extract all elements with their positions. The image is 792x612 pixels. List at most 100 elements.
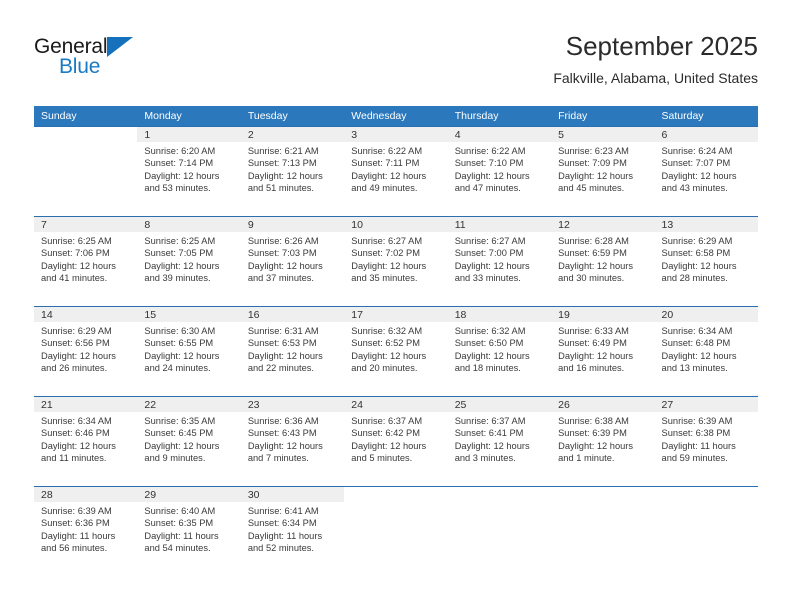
daylight-text-line2: and 39 minutes.	[144, 272, 211, 283]
day-cell-inner: 17 Sunrise: 6:32 AM Sunset: 6:52 PM Dayligh…	[344, 306, 448, 396]
calendar-day-cell[interactable]: 18 Sunrise: 6:32 AM Sunset: 6:50 PM Dayligh…	[447, 306, 552, 396]
calendar-day-cell[interactable]: 11 Sunrise: 6:27 AM Sunset: 7:00 PM Dayligh…	[447, 216, 552, 306]
day-cell-inner: 26 Sunrise: 6:38 AM Sunset: 6:39 PM Dayligh…	[551, 396, 655, 486]
day-cell-inner: 22 Sunrise: 6:35 AM Sunset: 6:45 PM Dayligh…	[137, 396, 241, 486]
day-number: 11	[447, 217, 552, 232]
calendar-day-cell[interactable]: 20 Sunrise: 6:34 AM Sunset: 6:48 PM Dayligh…	[654, 306, 758, 396]
daylight-text-line2: and 43 minutes.	[661, 182, 728, 193]
page-subtitle: Falkville, Alabama, United States	[553, 70, 758, 86]
calendar-day-cell[interactable]: 5 Sunrise: 6:23 AM Sunset: 7:09 PM Daylight…	[551, 126, 655, 216]
calendar-day-cell[interactable]: 26 Sunrise: 6:38 AM Sunset: 6:39 PM Dayligh…	[551, 396, 655, 486]
calendar-day-cell[interactable]: 3 Sunrise: 6:22 AM Sunset: 7:11 PM Daylight…	[344, 126, 448, 216]
sunrise-text: Sunrise: 6:22 AM	[351, 146, 423, 156]
calendar-day-cell[interactable]: 27 Sunrise: 6:39 AM Sunset: 6:38 PM Dayligh…	[654, 396, 758, 486]
calendar-day-cell[interactable]: 4 Sunrise: 6:22 AM Sunset: 7:10 PM Daylight…	[447, 126, 552, 216]
calendar-day-cell[interactable]: 21 Sunrise: 6:34 AM Sunset: 6:46 PM Dayligh…	[34, 396, 138, 486]
day-number: 25	[447, 397, 552, 412]
day-number: 18	[447, 307, 552, 322]
calendar-day-cell[interactable]: 29 Sunrise: 6:40 AM Sunset: 6:35 PM Dayligh…	[137, 486, 241, 576]
day-cell-inner: 5 Sunrise: 6:23 AM Sunset: 7:09 PM Daylight…	[551, 126, 655, 216]
calendar-day-cell[interactable]	[447, 486, 552, 576]
sunset-text: Sunset: 6:46 PM	[41, 428, 110, 439]
calendar-day-cell[interactable]: 7 Sunrise: 6:25 AM Sunset: 7:06 PM Daylight…	[34, 216, 138, 306]
day-details: Sunrise: 6:38 AM Sunset: 6:39 PM Daylight:…	[551, 412, 654, 464]
day-cell-inner	[344, 486, 448, 576]
daylight-text-line2: and 11 minutes.	[41, 452, 107, 463]
day-cell-inner: 6 Sunrise: 6:24 AM Sunset: 7:07 PM Daylight…	[654, 126, 758, 216]
day-number	[344, 487, 448, 502]
calendar-day-cell[interactable]: 17 Sunrise: 6:32 AM Sunset: 6:52 PM Dayligh…	[344, 306, 448, 396]
daylight-text-line2: and 20 minutes.	[351, 362, 418, 373]
daylight-text-line2: and 56 minutes.	[41, 542, 108, 553]
daylight-text-line2: and 30 minutes.	[558, 272, 625, 283]
calendar-day-cell[interactable]: 19 Sunrise: 6:33 AM Sunset: 6:49 PM Dayligh…	[551, 306, 655, 396]
daylight-text-line2: and 3 minutes.	[454, 452, 516, 463]
day-details: Sunrise: 6:36 AM Sunset: 6:43 PM Daylight:…	[241, 412, 344, 464]
sunrise-text: Sunrise: 6:37 AM	[454, 416, 526, 426]
calendar-day-cell[interactable]: 30 Sunrise: 6:41 AM Sunset: 6:34 PM Dayligh…	[240, 486, 345, 576]
calendar-day-cell[interactable]: 28 Sunrise: 6:39 AM Sunset: 6:36 PM Dayligh…	[34, 486, 138, 576]
daylight-text-line1: Daylight: 12 hours	[454, 440, 530, 451]
day-cell-inner: 2 Sunrise: 6:21 AM Sunset: 7:13 PM Daylight…	[240, 126, 345, 216]
calendar-day-cell[interactable]: 14 Sunrise: 6:29 AM Sunset: 6:56 PM Dayligh…	[34, 306, 138, 396]
day-details: Sunrise: 6:34 AM Sunset: 6:46 PM Daylight:…	[34, 412, 137, 464]
calendar-body: 1 Sunrise: 6:20 AM Sunset: 7:14 PM Daylight…	[34, 126, 758, 576]
day-cell-inner: 30 Sunrise: 6:41 AM Sunset: 6:34 PM Dayligh…	[240, 486, 345, 576]
sunrise-text: Sunrise: 6:32 AM	[454, 326, 526, 336]
day-cell-inner: 25 Sunrise: 6:37 AM Sunset: 6:41 PM Dayligh…	[447, 396, 552, 486]
day-cell-inner: 11 Sunrise: 6:27 AM Sunset: 7:00 PM Dayligh…	[447, 216, 552, 306]
sunrise-text: Sunrise: 6:33 AM	[558, 326, 629, 336]
sunset-text: Sunset: 6:35 PM	[144, 518, 214, 529]
day-details: Sunrise: 6:39 AM Sunset: 6:38 PM Daylight:…	[655, 412, 758, 464]
calendar-day-cell[interactable]: 15 Sunrise: 6:30 AM Sunset: 6:55 PM Dayligh…	[137, 306, 241, 396]
daylight-text-line1: Daylight: 12 hours	[41, 260, 116, 271]
day-number	[34, 127, 138, 142]
day-cell-inner	[551, 486, 655, 576]
calendar-day-cell[interactable]: 22 Sunrise: 6:35 AM Sunset: 6:45 PM Dayligh…	[137, 396, 241, 486]
calendar-day-cell[interactable]: 24 Sunrise: 6:37 AM Sunset: 6:42 PM Dayligh…	[344, 396, 448, 486]
general-blue-logo: General Blue	[34, 36, 164, 82]
daylight-text-line1: Daylight: 11 hours	[144, 530, 219, 541]
calendar-day-cell[interactable]: 8 Sunrise: 6:25 AM Sunset: 7:05 PM Daylight…	[137, 216, 241, 306]
day-details: Sunrise: 6:29 AM Sunset: 6:58 PM Daylight:…	[655, 232, 758, 284]
calendar-day-cell[interactable]	[654, 486, 758, 576]
day-details: Sunrise: 6:40 AM Sunset: 6:35 PM Daylight:…	[137, 502, 240, 554]
calendar-day-cell[interactable]: 23 Sunrise: 6:36 AM Sunset: 6:43 PM Dayligh…	[240, 396, 345, 486]
daylight-text-line1: Daylight: 12 hours	[247, 440, 323, 451]
calendar-day-cell[interactable]: 9 Sunrise: 6:26 AM Sunset: 7:03 PM Daylight…	[240, 216, 345, 306]
sunset-text: Sunset: 7:07 PM	[661, 158, 731, 169]
day-cell-inner: 18 Sunrise: 6:32 AM Sunset: 6:50 PM Dayligh…	[447, 306, 552, 396]
calendar-table: Sunday Monday Tuesday Wednesday Thursday…	[34, 106, 758, 576]
daylight-text-line1: Daylight: 12 hours	[144, 170, 220, 181]
calendar-day-cell[interactable]: 6 Sunrise: 6:24 AM Sunset: 7:07 PM Daylight…	[654, 126, 758, 216]
calendar-day-cell[interactable]	[34, 126, 138, 216]
calendar-day-cell[interactable]: 10 Sunrise: 6:27 AM Sunset: 7:02 PM Dayligh…	[344, 216, 448, 306]
sunset-text: Sunset: 7:14 PM	[144, 158, 214, 169]
weekday-header-thursday: Thursday	[447, 106, 552, 126]
day-details: Sunrise: 6:23 AM Sunset: 7:09 PM Daylight:…	[551, 142, 654, 194]
day-details: Sunrise: 6:22 AM Sunset: 7:10 PM Daylight:…	[448, 142, 551, 194]
calendar-week-row: 7 Sunrise: 6:25 AM Sunset: 7:06 PM Daylight…	[34, 216, 758, 306]
calendar-day-cell[interactable]: 16 Sunrise: 6:31 AM Sunset: 6:53 PM Dayligh…	[240, 306, 345, 396]
calendar-day-cell[interactable]: 13 Sunrise: 6:29 AM Sunset: 6:58 PM Dayligh…	[654, 216, 758, 306]
day-details: Sunrise: 6:34 AM Sunset: 6:48 PM Daylight:…	[655, 322, 758, 374]
sunset-text: Sunset: 7:00 PM	[454, 248, 524, 259]
day-number: 16	[240, 307, 345, 322]
day-details: Sunrise: 6:35 AM Sunset: 6:45 PM Daylight:…	[137, 412, 240, 464]
sunrise-text: Sunrise: 6:25 AM	[144, 236, 216, 246]
day-details: Sunrise: 6:22 AM Sunset: 7:11 PM Daylight:…	[344, 142, 447, 194]
calendar-day-cell[interactable]: 12 Sunrise: 6:28 AM Sunset: 6:59 PM Dayligh…	[551, 216, 655, 306]
day-cell-inner: 19 Sunrise: 6:33 AM Sunset: 6:49 PM Dayligh…	[551, 306, 655, 396]
day-cell-inner: 12 Sunrise: 6:28 AM Sunset: 6:59 PM Dayligh…	[551, 216, 655, 306]
day-number: 5	[551, 127, 655, 142]
page-header: General Blue September 2025 Falkville, A…	[0, 0, 792, 100]
day-number: 10	[344, 217, 448, 232]
calendar-day-cell[interactable]: 1 Sunrise: 6:20 AM Sunset: 7:14 PM Daylight…	[137, 126, 241, 216]
day-details: Sunrise: 6:27 AM Sunset: 7:02 PM Daylight:…	[344, 232, 447, 284]
calendar-day-cell[interactable]	[551, 486, 655, 576]
daylight-text-line2: and 16 minutes.	[558, 362, 625, 373]
calendar-day-cell[interactable]	[344, 486, 448, 576]
weekday-header-friday: Friday	[551, 106, 655, 126]
calendar-day-cell[interactable]: 2 Sunrise: 6:21 AM Sunset: 7:13 PM Daylight…	[240, 126, 345, 216]
calendar-day-cell[interactable]: 25 Sunrise: 6:37 AM Sunset: 6:41 PM Dayligh…	[447, 396, 552, 486]
